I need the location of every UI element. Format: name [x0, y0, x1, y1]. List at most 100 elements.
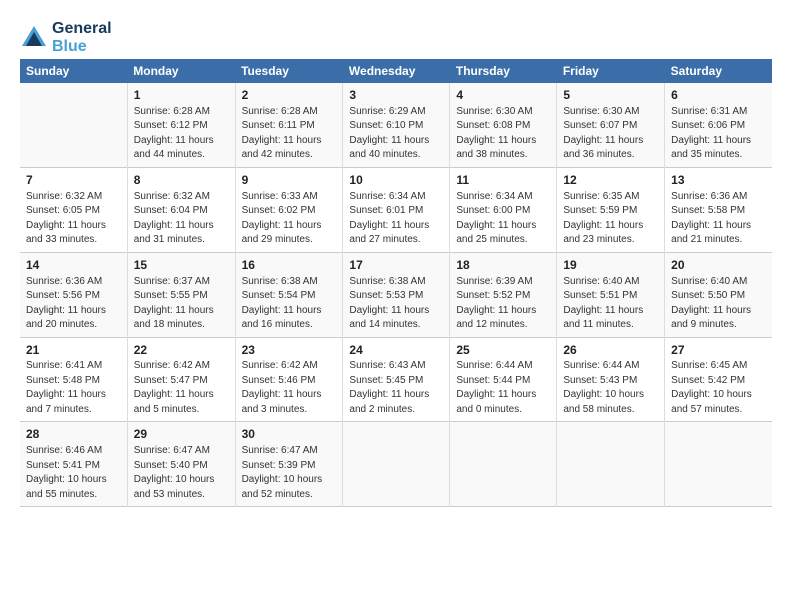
logo: General Blue	[20, 20, 112, 55]
day-content: Sunrise: 6:40 AM Sunset: 5:51 PM Dayligh…	[563, 275, 658, 333]
day-content: Sunrise: 6:34 AM Sunset: 6:00 PM Dayligh…	[456, 190, 550, 248]
day-cell: 12Sunrise: 6:35 AM Sunset: 5:59 PM Dayli…	[557, 167, 665, 252]
day-number: 8	[134, 172, 229, 189]
logo-text: General Blue	[52, 20, 112, 55]
day-cell: 16Sunrise: 6:38 AM Sunset: 5:54 PM Dayli…	[235, 252, 343, 337]
week-row-5: 28Sunrise: 6:46 AM Sunset: 5:41 PM Dayli…	[20, 422, 772, 507]
day-number: 18	[456, 257, 550, 274]
day-content: Sunrise: 6:32 AM Sunset: 6:04 PM Dayligh…	[134, 190, 229, 248]
col-header-monday: Monday	[127, 59, 235, 83]
day-content: Sunrise: 6:47 AM Sunset: 5:40 PM Dayligh…	[134, 444, 229, 502]
day-number: 15	[134, 257, 229, 274]
day-cell: 2Sunrise: 6:28 AM Sunset: 6:11 PM Daylig…	[235, 83, 343, 167]
day-number: 1	[134, 87, 229, 104]
day-number: 30	[242, 426, 337, 443]
col-header-thursday: Thursday	[450, 59, 557, 83]
day-number: 9	[242, 172, 337, 189]
day-content: Sunrise: 6:36 AM Sunset: 5:56 PM Dayligh…	[26, 275, 121, 333]
day-cell: 19Sunrise: 6:40 AM Sunset: 5:51 PM Dayli…	[557, 252, 665, 337]
day-cell: 15Sunrise: 6:37 AM Sunset: 5:55 PM Dayli…	[127, 252, 235, 337]
day-content: Sunrise: 6:40 AM Sunset: 5:50 PM Dayligh…	[671, 275, 766, 333]
day-content: Sunrise: 6:31 AM Sunset: 6:06 PM Dayligh…	[671, 105, 766, 163]
day-content: Sunrise: 6:44 AM Sunset: 5:44 PM Dayligh…	[456, 359, 550, 417]
day-cell: 4Sunrise: 6:30 AM Sunset: 6:08 PM Daylig…	[450, 83, 557, 167]
day-number: 6	[671, 87, 766, 104]
day-cell: 10Sunrise: 6:34 AM Sunset: 6:01 PM Dayli…	[343, 167, 450, 252]
page-container: General Blue SundayMondayTuesdayWednesda…	[0, 0, 792, 517]
col-header-saturday: Saturday	[665, 59, 772, 83]
week-row-3: 14Sunrise: 6:36 AM Sunset: 5:56 PM Dayli…	[20, 252, 772, 337]
week-row-4: 21Sunrise: 6:41 AM Sunset: 5:48 PM Dayli…	[20, 337, 772, 422]
col-header-tuesday: Tuesday	[235, 59, 343, 83]
col-header-friday: Friday	[557, 59, 665, 83]
day-number: 12	[563, 172, 658, 189]
day-number: 14	[26, 257, 121, 274]
day-content: Sunrise: 6:30 AM Sunset: 6:07 PM Dayligh…	[563, 105, 658, 163]
day-cell	[665, 422, 772, 507]
day-cell: 26Sunrise: 6:44 AM Sunset: 5:43 PM Dayli…	[557, 337, 665, 422]
day-content: Sunrise: 6:45 AM Sunset: 5:42 PM Dayligh…	[671, 359, 766, 417]
day-content: Sunrise: 6:47 AM Sunset: 5:39 PM Dayligh…	[242, 444, 337, 502]
day-cell: 29Sunrise: 6:47 AM Sunset: 5:40 PM Dayli…	[127, 422, 235, 507]
day-cell: 28Sunrise: 6:46 AM Sunset: 5:41 PM Dayli…	[20, 422, 127, 507]
day-cell: 21Sunrise: 6:41 AM Sunset: 5:48 PM Dayli…	[20, 337, 127, 422]
day-content: Sunrise: 6:44 AM Sunset: 5:43 PM Dayligh…	[563, 359, 658, 417]
day-cell: 6Sunrise: 6:31 AM Sunset: 6:06 PM Daylig…	[665, 83, 772, 167]
col-header-wednesday: Wednesday	[343, 59, 450, 83]
calendar-table: SundayMondayTuesdayWednesdayThursdayFrid…	[20, 59, 772, 507]
logo-icon	[20, 24, 48, 52]
day-number: 11	[456, 172, 550, 189]
day-cell: 8Sunrise: 6:32 AM Sunset: 6:04 PM Daylig…	[127, 167, 235, 252]
day-cell	[450, 422, 557, 507]
day-number: 24	[349, 342, 443, 359]
day-cell: 25Sunrise: 6:44 AM Sunset: 5:44 PM Dayli…	[450, 337, 557, 422]
day-number: 23	[242, 342, 337, 359]
day-cell: 17Sunrise: 6:38 AM Sunset: 5:53 PM Dayli…	[343, 252, 450, 337]
day-cell: 1Sunrise: 6:28 AM Sunset: 6:12 PM Daylig…	[127, 83, 235, 167]
day-content: Sunrise: 6:37 AM Sunset: 5:55 PM Dayligh…	[134, 275, 229, 333]
day-content: Sunrise: 6:42 AM Sunset: 5:47 PM Dayligh…	[134, 359, 229, 417]
day-cell: 18Sunrise: 6:39 AM Sunset: 5:52 PM Dayli…	[450, 252, 557, 337]
day-cell	[343, 422, 450, 507]
day-cell: 14Sunrise: 6:36 AM Sunset: 5:56 PM Dayli…	[20, 252, 127, 337]
day-number: 3	[349, 87, 443, 104]
day-content: Sunrise: 6:36 AM Sunset: 5:58 PM Dayligh…	[671, 190, 766, 248]
day-cell: 9Sunrise: 6:33 AM Sunset: 6:02 PM Daylig…	[235, 167, 343, 252]
day-cell: 5Sunrise: 6:30 AM Sunset: 6:07 PM Daylig…	[557, 83, 665, 167]
day-content: Sunrise: 6:28 AM Sunset: 6:12 PM Dayligh…	[134, 105, 229, 163]
day-content: Sunrise: 6:33 AM Sunset: 6:02 PM Dayligh…	[242, 190, 337, 248]
day-content: Sunrise: 6:34 AM Sunset: 6:01 PM Dayligh…	[349, 190, 443, 248]
day-content: Sunrise: 6:32 AM Sunset: 6:05 PM Dayligh…	[26, 190, 121, 248]
day-number: 10	[349, 172, 443, 189]
day-number: 28	[26, 426, 121, 443]
day-number: 13	[671, 172, 766, 189]
day-number: 21	[26, 342, 121, 359]
day-number: 5	[563, 87, 658, 104]
day-cell: 30Sunrise: 6:47 AM Sunset: 5:39 PM Dayli…	[235, 422, 343, 507]
day-number: 17	[349, 257, 443, 274]
day-cell: 22Sunrise: 6:42 AM Sunset: 5:47 PM Dayli…	[127, 337, 235, 422]
day-cell: 20Sunrise: 6:40 AM Sunset: 5:50 PM Dayli…	[665, 252, 772, 337]
week-row-2: 7Sunrise: 6:32 AM Sunset: 6:05 PM Daylig…	[20, 167, 772, 252]
day-number: 7	[26, 172, 121, 189]
header-row: SundayMondayTuesdayWednesdayThursdayFrid…	[20, 59, 772, 83]
day-cell: 27Sunrise: 6:45 AM Sunset: 5:42 PM Dayli…	[665, 337, 772, 422]
day-number: 19	[563, 257, 658, 274]
day-content: Sunrise: 6:38 AM Sunset: 5:53 PM Dayligh…	[349, 275, 443, 333]
day-number: 22	[134, 342, 229, 359]
day-cell	[20, 83, 127, 167]
day-number: 25	[456, 342, 550, 359]
day-content: Sunrise: 6:42 AM Sunset: 5:46 PM Dayligh…	[242, 359, 337, 417]
day-cell: 23Sunrise: 6:42 AM Sunset: 5:46 PM Dayli…	[235, 337, 343, 422]
day-cell: 7Sunrise: 6:32 AM Sunset: 6:05 PM Daylig…	[20, 167, 127, 252]
day-number: 27	[671, 342, 766, 359]
day-number: 20	[671, 257, 766, 274]
day-content: Sunrise: 6:30 AM Sunset: 6:08 PM Dayligh…	[456, 105, 550, 163]
day-number: 29	[134, 426, 229, 443]
day-cell: 3Sunrise: 6:29 AM Sunset: 6:10 PM Daylig…	[343, 83, 450, 167]
day-number: 2	[242, 87, 337, 104]
day-content: Sunrise: 6:43 AM Sunset: 5:45 PM Dayligh…	[349, 359, 443, 417]
day-cell: 13Sunrise: 6:36 AM Sunset: 5:58 PM Dayli…	[665, 167, 772, 252]
day-cell: 11Sunrise: 6:34 AM Sunset: 6:00 PM Dayli…	[450, 167, 557, 252]
day-number: 26	[563, 342, 658, 359]
